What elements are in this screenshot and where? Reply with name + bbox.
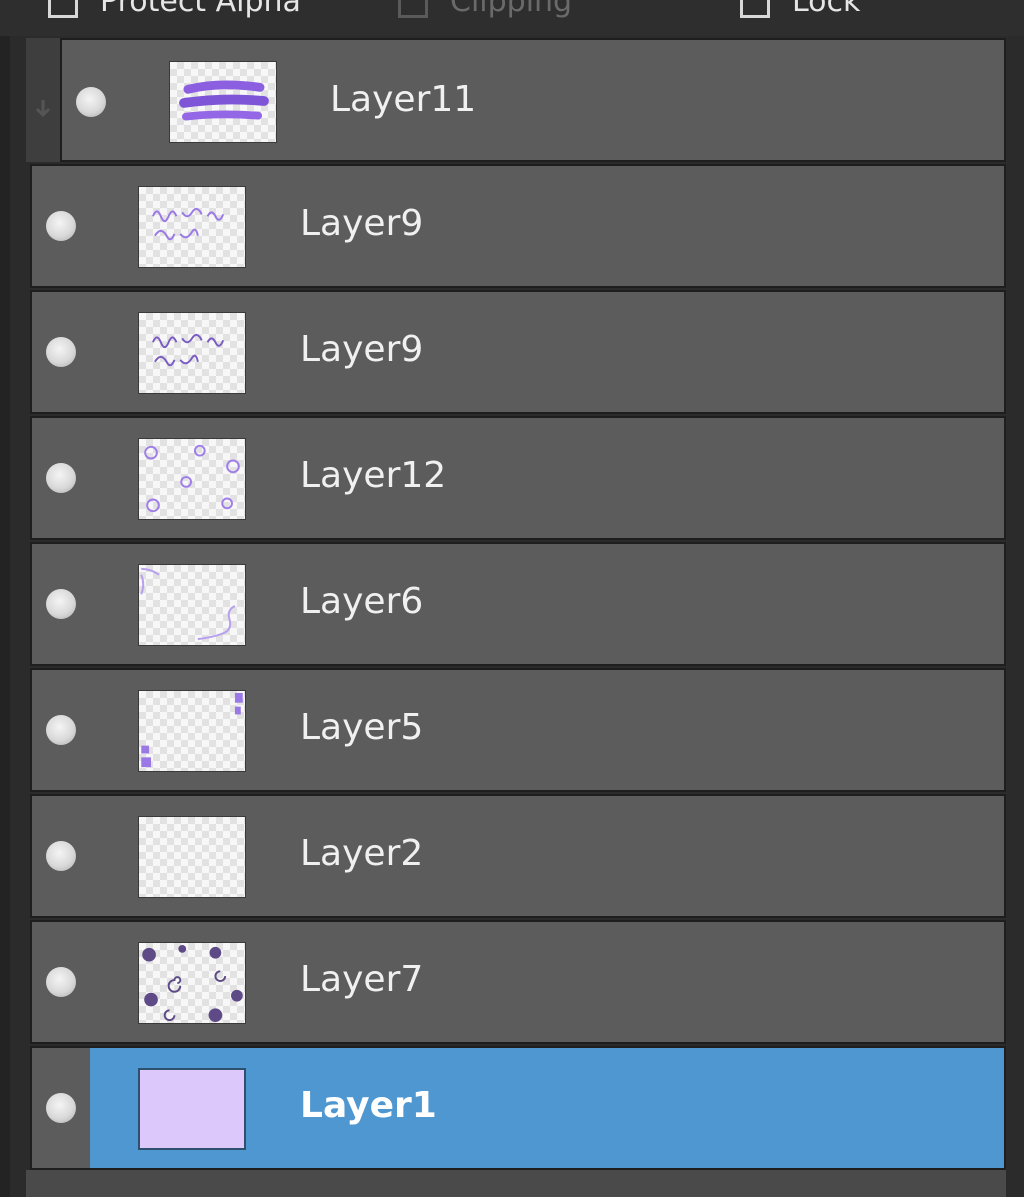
layer-row[interactable]: Layer9: [30, 164, 1006, 288]
layer-row[interactable]: Layer5: [30, 668, 1006, 792]
layer-name: Layer7: [300, 959, 424, 1000]
protect-alpha-checkbox[interactable]: [48, 0, 78, 18]
visibility-dot-icon[interactable]: [46, 211, 76, 241]
visibility-dot-icon[interactable]: [46, 463, 76, 493]
visibility-dot-icon[interactable]: [46, 589, 76, 619]
layer-row[interactable]: Layer11: [60, 38, 1006, 162]
visibility-dot-icon[interactable]: [46, 967, 76, 997]
layer-thumbnail: [138, 312, 246, 394]
purple-lettering-graphic: [152, 207, 225, 241]
layer-name: Layer11: [330, 79, 477, 120]
layer-thumbnail: [138, 186, 246, 268]
visibility-dot-icon[interactable]: [76, 87, 106, 117]
scattered-purple-doodles-graphic: [144, 444, 240, 513]
purple-edge-marks-graphic: [141, 692, 243, 768]
layer-name: Layer6: [300, 581, 424, 622]
layer-thumbnail: [169, 61, 277, 143]
layer-row-selected[interactable]: Layer1: [30, 1046, 1006, 1170]
visibility-dot-icon[interactable]: [46, 841, 76, 871]
protect-alpha-option[interactable]: Protect Alpha: [48, 0, 301, 19]
layer-row[interactable]: Layer7: [30, 920, 1006, 1044]
layer-row[interactable]: Layer9: [30, 290, 1006, 414]
layer-thumbnail: [138, 816, 246, 898]
purple-lettering-graphic: [152, 333, 225, 367]
clipping-option[interactable]: Clipping: [398, 0, 573, 19]
lock-checkbox[interactable]: [740, 0, 770, 18]
layer-thumbnail: [138, 438, 246, 520]
layer-thumbnail: [138, 1068, 246, 1150]
clipping-indicator: [26, 38, 60, 162]
layer-thumbnail: [138, 690, 246, 772]
layer-name: Layer2: [300, 833, 424, 874]
layer-thumbnail: [138, 942, 246, 1024]
layer-thumbnail: [138, 564, 246, 646]
layer-options-toolbar: Protect Alpha Clipping Lock: [0, 0, 1024, 36]
purple-corner-swirls-graphic: [140, 567, 236, 641]
layer-name: Layer9: [300, 203, 424, 244]
visibility-dot-icon[interactable]: [46, 337, 76, 367]
layer-name: Layer12: [300, 455, 447, 496]
visibility-dot-icon[interactable]: [46, 1093, 76, 1123]
layer-name: Layer5: [300, 707, 424, 748]
purple-brush-strokes-graphic: [179, 80, 269, 121]
layer-name: Layer1: [300, 1085, 437, 1126]
clipping-checkbox[interactable]: [398, 0, 428, 18]
layer-row[interactable]: Layer6: [30, 542, 1006, 666]
clipping-label: Clipping: [450, 0, 573, 19]
layer-row[interactable]: Layer2: [30, 794, 1006, 918]
visibility-dot-icon[interactable]: [46, 715, 76, 745]
layer-name: Layer9: [300, 329, 424, 370]
lock-option[interactable]: Lock: [740, 0, 861, 19]
dark-purple-dots-spirals-graphic: [142, 944, 243, 1023]
lock-label: Lock: [792, 0, 861, 19]
clip-arrow-icon: [35, 100, 51, 118]
panel-left-edge: [0, 36, 10, 1197]
layer-list-footer: [26, 1170, 1006, 1197]
protect-alpha-label: Protect Alpha: [100, 0, 301, 19]
layer-row[interactable]: Layer12: [30, 416, 1006, 540]
